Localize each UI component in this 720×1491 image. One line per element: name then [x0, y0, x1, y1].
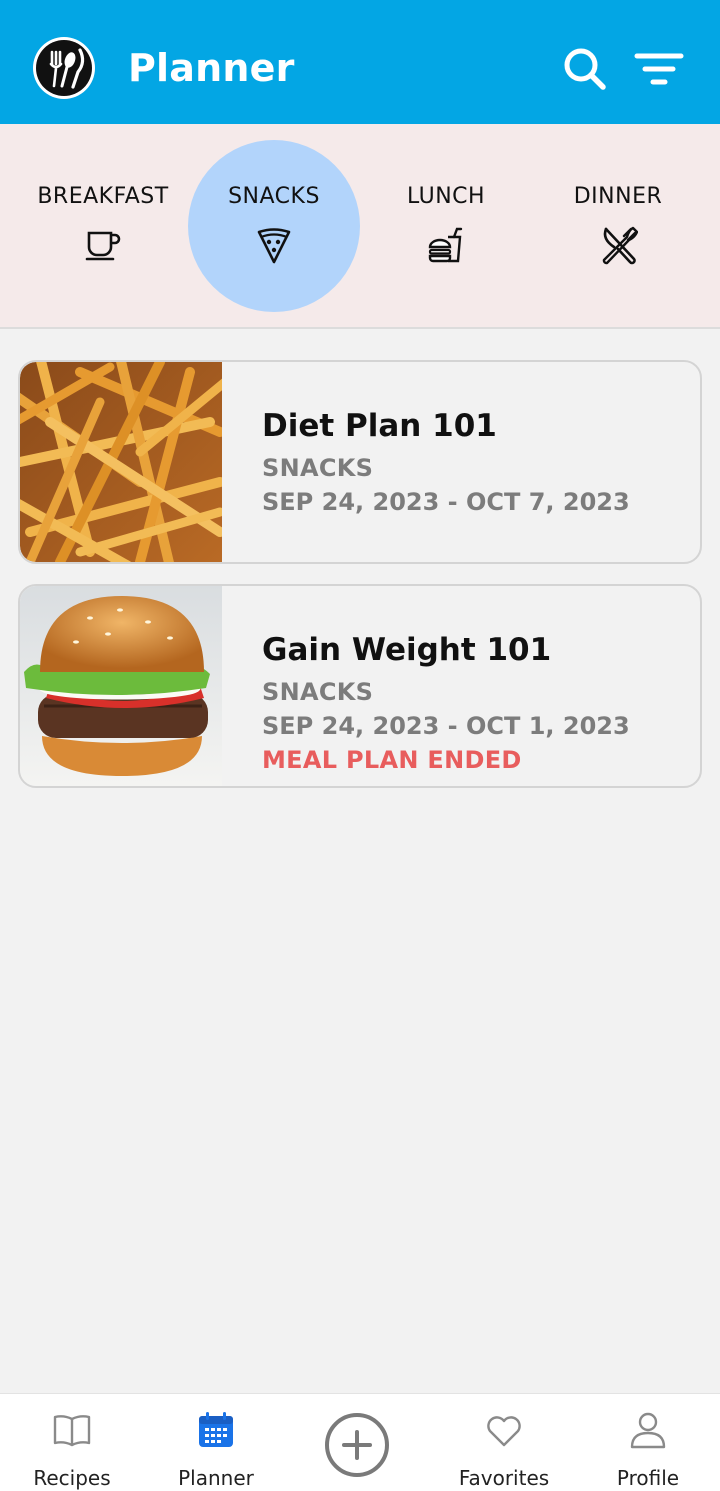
meal-plan-card[interactable]: Gain Weight 101 SNACKS SEP 24, 2023 - OC…	[18, 584, 702, 788]
plan-dates: SEP 24, 2023 - OCT 7, 2023	[262, 488, 630, 516]
nav-label: Recipes	[33, 1466, 111, 1490]
user-icon	[630, 1412, 666, 1449]
add-plan-button[interactable]	[324, 1412, 390, 1478]
tab-snacks[interactable]: SNACKS	[188, 140, 360, 312]
nav-recipes[interactable]: Recipes	[0, 1410, 144, 1490]
burger-drink-icon	[428, 227, 463, 263]
page-title: Planner	[128, 46, 295, 90]
coffee-cup-icon	[85, 231, 121, 261]
search-icon	[564, 48, 606, 90]
nav-label: Profile	[616, 1466, 680, 1490]
nav-label: Favorites	[458, 1466, 550, 1490]
plan-category: SNACKS	[262, 454, 374, 482]
tab-dinner[interactable]: DINNER	[532, 140, 704, 312]
filter-icon	[634, 53, 684, 85]
plan-name: Gain Weight 101	[262, 632, 552, 668]
french-fries-image	[20, 362, 222, 562]
bottom-navigation: Recipes Planner Favorites Profile	[0, 1393, 720, 1491]
tab-label: DINNER	[573, 184, 663, 209]
tab-label: SNACKS	[228, 184, 320, 209]
meal-category-tabs: BREAKFAST SNACKS LUNCH DINNER	[0, 124, 720, 329]
utensils-logo-icon	[32, 36, 96, 100]
plan-status-ended: MEAL PLAN ENDED	[262, 746, 522, 774]
plan-dates: SEP 24, 2023 - OCT 1, 2023	[262, 712, 630, 740]
heart-icon	[487, 1416, 521, 1447]
tab-label: LUNCH	[406, 184, 486, 209]
tab-breakfast[interactable]: BREAKFAST	[17, 140, 189, 312]
nav-profile[interactable]: Profile	[576, 1410, 720, 1490]
plan-name: Diet Plan 101	[262, 408, 497, 444]
fork-knife-icon	[602, 226, 638, 265]
meal-plan-card[interactable]: Diet Plan 101 SNACKS SEP 24, 2023 - OCT …	[18, 360, 702, 564]
filter-button[interactable]	[634, 44, 684, 94]
add-circle-icon	[325, 1413, 389, 1477]
nav-planner[interactable]: Planner	[144, 1410, 288, 1490]
app-bar: Planner	[0, 0, 720, 124]
hamburger-image	[20, 586, 222, 786]
search-button[interactable]	[560, 44, 610, 94]
nav-label: Planner	[178, 1466, 254, 1490]
plan-category: SNACKS	[262, 678, 374, 706]
nav-favorites[interactable]: Favorites	[432, 1410, 576, 1490]
book-icon	[53, 1415, 91, 1447]
pizza-slice-icon	[257, 228, 291, 264]
tab-lunch[interactable]: LUNCH	[360, 140, 532, 312]
calendar-icon	[199, 1412, 233, 1447]
tab-label: BREAKFAST	[37, 184, 169, 209]
